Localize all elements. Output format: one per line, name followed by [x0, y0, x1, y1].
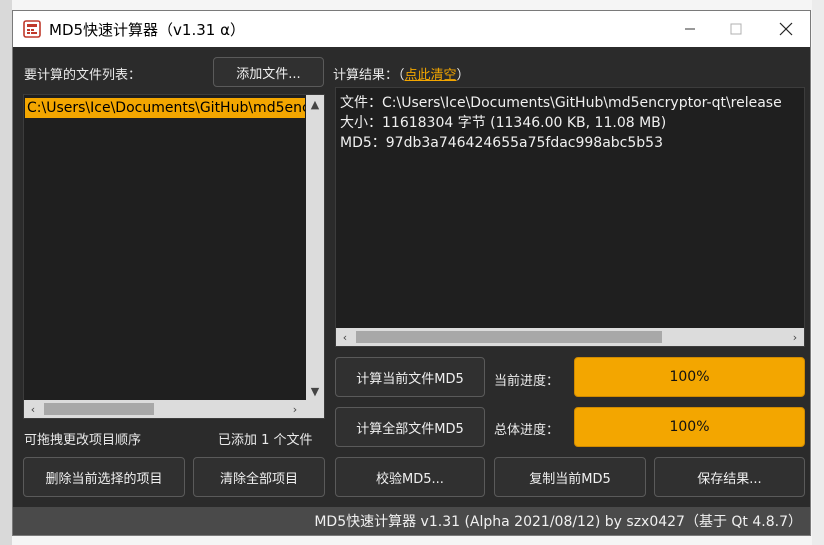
app-logo-icon [23, 20, 41, 38]
calc-current-button[interactable]: 计算当前文件MD5 [335, 357, 485, 397]
maximize-icon [730, 23, 742, 35]
scroll-right-icon[interactable]: › [286, 400, 304, 418]
scroll-down-icon[interactable]: ▼ [306, 382, 324, 400]
result-hscroll-thumb[interactable] [356, 331, 662, 343]
copy-current-md5-button[interactable]: 复制当前MD5 [494, 457, 646, 497]
title-bar: MD5快速计算器（v1.31 α） [13, 11, 810, 47]
result-scroll-right-icon[interactable]: › [786, 328, 804, 346]
minimize-icon [685, 28, 695, 30]
calc-all-button[interactable]: 计算全部文件MD5 [335, 407, 485, 447]
total-progress-bar: 100% [574, 407, 805, 447]
close-icon [779, 22, 793, 36]
save-results-button[interactable]: 保存结果... [654, 457, 805, 497]
current-progress-label: 当前进度： [494, 374, 560, 389]
result-paren-close: ） [456, 68, 470, 83]
file-list-vscrollbar[interactable]: ▲ ▼ [306, 95, 324, 418]
file-count-text: 已添加 1 个文件 [218, 433, 313, 448]
result-lines: 文件：C:\Users\Ice\Documents\GitHub\md5encr… [340, 93, 782, 153]
result-output[interactable]: 文件：C:\Users\Ice\Documents\GitHub\md5encr… [335, 87, 805, 347]
result-line-size: 大小：11618304 字节 (11346.00 KB, 11.08 MB) [340, 115, 667, 131]
window-title: MD5快速计算器（v1.31 α） [49, 20, 245, 39]
maximize-button[interactable] [713, 11, 759, 47]
drag-hint-text: 可拖拽更改项目顺序 [24, 433, 142, 448]
verify-md5-button[interactable]: 校验MD5... [335, 457, 485, 497]
minimize-button[interactable] [667, 11, 713, 47]
hscroll-thumb[interactable] [44, 403, 154, 415]
total-progress-label: 总体进度： [494, 423, 560, 438]
result-line-file: 文件：C:\Users\Ice\Documents\GitHub\md5encr… [340, 95, 782, 111]
app-window: MD5快速计算器（v1.31 α） 要计算的文件列表： 添加文件... C:\U… [12, 10, 811, 536]
result-line-md5: MD5：97db3a746424655a75fdac998abc5b53 [340, 135, 663, 151]
result-scroll-left-icon[interactable]: ‹ [336, 328, 354, 346]
result-label-text: 计算结果： [333, 68, 399, 83]
file-list-label: 要计算的文件列表： [24, 68, 142, 83]
result-hscrollbar[interactable]: ‹ › [336, 328, 804, 346]
scroll-up-icon[interactable]: ▲ [306, 95, 324, 113]
file-list-hscrollbar[interactable]: ‹ › [24, 400, 324, 418]
background-right-edge [812, 0, 824, 545]
clear-all-button[interactable]: 清除全部项目 [193, 457, 325, 497]
delete-selected-button[interactable]: 删除当前选择的项目 [23, 457, 185, 497]
current-progress-bar: 100% [574, 357, 805, 397]
status-bar: MD5快速计算器 v1.31 (Alpha 2021/08/12) by szx… [13, 507, 810, 535]
scroll-left-icon[interactable]: ‹ [24, 400, 42, 418]
add-file-button[interactable]: 添加文件... [213, 57, 324, 87]
file-list[interactable]: C:\Users\Ice\Documents\GitHub\md5encrypt… [23, 94, 325, 419]
file-list-item[interactable]: C:\Users\Ice\Documents\GitHub\md5encrypt… [25, 98, 305, 118]
background-left-edge [0, 0, 12, 545]
clear-results-link[interactable]: 点此清空 [405, 68, 457, 83]
close-button[interactable] [763, 11, 809, 47]
result-label: 计算结果：（点此清空） [333, 64, 470, 83]
